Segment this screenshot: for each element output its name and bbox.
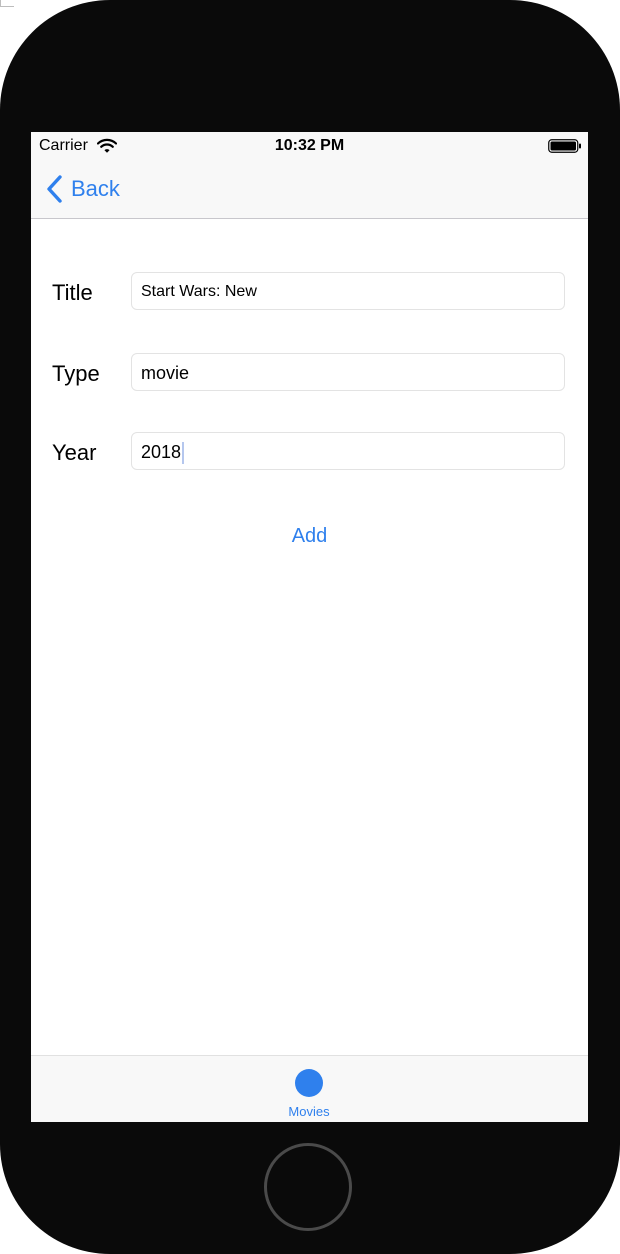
clock: 10:32 PM [274, 137, 345, 154]
type-value: movie [141, 363, 190, 383]
back-label: Back [71, 176, 120, 201]
title-label: Title [52, 280, 93, 305]
battery-icon [548, 139, 581, 153]
background-edge [0, 6, 14, 7]
title-value: Start Wars: New [141, 283, 257, 300]
year-row: Year 2018 [31, 432, 588, 472]
app-screen: Carrier 10:32 PM Back Title Start Wars: … [31, 132, 588, 1122]
home-button[interactable] [264, 1143, 352, 1231]
background-edge [0, 0, 1, 6]
device-frame: Carrier 10:32 PM Back Title Start Wars: … [0, 0, 620, 1254]
tab-label-movies: Movies [288, 1104, 330, 1119]
title-field[interactable]: Start Wars: New [131, 272, 565, 310]
circle-icon [295, 1069, 323, 1097]
type-field[interactable]: movie [131, 353, 565, 391]
title-row: Title Start Wars: New [31, 272, 588, 312]
type-row: Type movie [31, 353, 588, 393]
status-bar: Carrier 10:32 PM [31, 132, 588, 160]
add-button[interactable]: Add [31, 525, 588, 548]
year-field[interactable]: 2018 [131, 432, 565, 470]
tab-bar: Movies [31, 1055, 588, 1122]
chevron-left-icon [47, 175, 62, 203]
text-cursor [182, 442, 185, 465]
back-button[interactable]: Back [45, 174, 120, 204]
navigation-bar: Back [31, 160, 588, 219]
year-value-wrapper: 2018 [141, 442, 185, 465]
year-label: Year [52, 440, 97, 465]
tab-movies[interactable]: Movies [274, 1066, 344, 1120]
year-value: 2018 [141, 442, 182, 462]
type-label: Type [52, 361, 100, 386]
